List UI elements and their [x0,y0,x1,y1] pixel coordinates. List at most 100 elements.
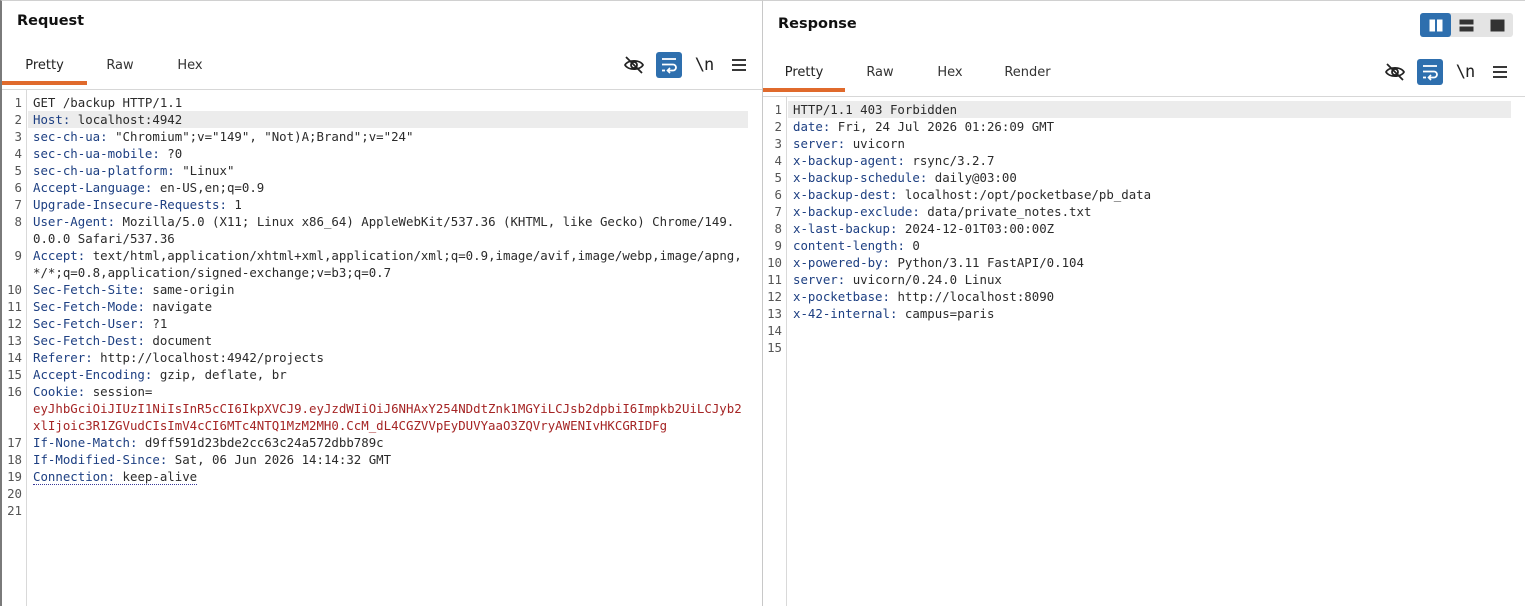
request-code: 1 GET /backup HTTP/1.1 2 Host: localhost:49… [2,94,762,519]
header-value: "Chromium";v="149", "Not)A;Brand";v="24" [107,129,414,144]
header-name: If-None-Match [33,435,130,450]
code-line: 6 x-backup-dest: localhost:/opt/pocketbas… [763,186,1525,203]
line-content: Sec-Fetch-Site: same-origin [26,281,762,298]
line-content [786,322,1525,339]
header-value: localhost:/opt/pocketbase/pb_data [897,187,1152,202]
header-name: x-last-backup [793,221,890,236]
code-line: 8 x-last-backup: 2024-12-01T03:00:00Z [763,220,1525,237]
header-colon: : [100,129,108,144]
line-content: Cookie: session= eyJhbGciOiJIUzI1NiIsInR5… [26,383,762,434]
header-field: sec-ch-ua-mobile: [33,146,160,161]
header-colon: : [897,153,905,168]
line-content: Connection: keep-alive [26,468,762,485]
header-value: gzip, deflate, br [152,367,287,382]
hide-nonprintable-icon[interactable] [1382,59,1408,85]
code-line: 5 x-backup-schedule: daily@03:00 [763,169,1525,186]
tab-label: Hex [937,64,963,80]
request-tab-pretty[interactable]: Pretty [2,47,87,85]
code-line: 1 GET /backup HTTP/1.1 [2,94,762,111]
request-line: HTTP/1.1 403 Forbidden [793,102,958,117]
header-colon: : [107,469,116,484]
response-tab-pretty[interactable]: Pretty [763,54,845,92]
header-value: 2024-12-01T03:00:00Z [897,221,1055,236]
header-field: User-Agent: [33,214,115,229]
line-content: HTTP/1.1 403 Forbidden [786,101,1525,118]
header-field: x-powered-by: [793,255,890,270]
show-newlines-icon[interactable]: \n [1452,59,1478,85]
header-value: campus=paris [897,306,995,321]
header-value: keep-alive [115,469,198,484]
header-field: x-backup-agent: [793,153,905,168]
header-colon: : [912,204,920,219]
code-line: 9 content-length: 0 [763,237,1525,254]
line-content: Accept-Language: en-US,en;q=0.9 [26,179,762,196]
header-field: sec-ch-ua: [33,129,108,144]
header-name: x-backup-dest [793,187,890,202]
code-line: 16 Cookie: session= eyJhbGciOiJIUzI1NiIsIn… [2,383,762,434]
single-pane-icon[interactable] [1482,13,1513,37]
response-tab-hex[interactable]: Hex [915,54,985,90]
line-content: x-last-backup: 2024-12-01T03:00:00Z [786,220,1525,237]
stacked-icon[interactable] [1451,13,1482,37]
header-field: Referer: [33,350,93,365]
line-content: date: Fri, 24 Jul 2026 01:26:09 GMT [786,118,1525,135]
show-newlines-icon[interactable]: \n [691,52,717,78]
line-number: 9 [14,248,22,263]
header-colon: : [882,289,890,304]
header-field: date: [793,119,830,134]
menu-icon[interactable] [726,52,752,78]
code-line: 3 sec-ch-ua: "Chromium";v="149", "Not)A;B… [2,128,762,145]
header-value: daily@03:00 [927,170,1017,185]
header-colon: : [85,350,93,365]
code-line: 5 sec-ch-ua-platform: "Linux" [2,162,762,179]
tab-label: Pretty [25,57,64,73]
line-number: 14 [7,350,22,365]
code-line: 7 Upgrade-Insecure-Requests: 1 [2,196,762,213]
newline-label: \n [694,55,715,75]
line-content [26,502,762,519]
header-value: http://localhost:8090 [890,289,1055,304]
code-line: 9 Accept: text/html,application/xhtml+xml… [2,247,762,281]
code-line: 10 x-powered-by: Python/3.11 FastAPI/0.10… [763,254,1525,271]
line-content: x-42-internal: campus=paris [786,305,1525,322]
line-number: 7 [14,197,22,212]
line-number: 19 [7,469,22,484]
line-content: x-backup-agent: rsync/3.2.7 [786,152,1525,169]
code-line: 14 [763,322,1525,339]
code-line: 6 Accept-Language: en-US,en;q=0.9 [2,179,762,196]
menu-icon[interactable] [1487,59,1513,85]
code-line: 11 Sec-Fetch-Mode: navigate [2,298,762,315]
response-tab-render[interactable]: Render [985,54,1070,90]
request-editor[interactable]: 1 GET /backup HTTP/1.1 2 Host: localhost:49… [2,89,762,606]
request-tab-raw[interactable]: Raw [87,47,153,83]
request-tab-hex[interactable]: Hex [153,47,227,83]
tab-label: Render [1004,64,1051,80]
line-content: x-pocketbase: http://localhost:8090 [786,288,1525,305]
line-number: 8 [14,214,22,229]
line-content: GET /backup HTTP/1.1 [26,94,762,111]
response-editor[interactable]: 1 HTTP/1.1 403 Forbidden 2 date: Fri, 24 Ju… [763,96,1525,606]
code-line: 19 Connection: keep-alive [2,468,762,485]
header-field: x-backup-schedule: [793,170,927,185]
side-by-side-icon[interactable] [1420,13,1451,37]
header-name: Upgrade-Insecure-Requests [33,197,220,212]
header-name: x-backup-exclude [793,204,913,219]
header-value: ?1 [144,316,168,331]
header-value: en-US,en;q=0.9 [152,180,265,195]
header-value: uvicorn/0.24.0 Linux [845,272,1002,287]
line-number: 4 [14,146,22,161]
header-name: Connection [33,469,108,484]
line-content: Upgrade-Insecure-Requests: 1 [26,196,762,213]
header-field: If-Modified-Since: [33,452,167,467]
header-field: Accept-Language: [33,180,152,195]
line-number: 7 [774,204,782,219]
wrap-lines-icon[interactable] [656,52,682,78]
line-number: 17 [7,435,22,450]
header-name: If-Modified-Since [33,452,160,467]
response-tab-raw[interactable]: Raw [845,54,915,90]
line-number: 12 [767,289,782,304]
wrap-lines-icon[interactable] [1417,59,1443,85]
line-number: 16 [7,384,22,399]
line-content: Referer: http://localhost:4942/projects [26,349,762,366]
hide-nonprintable-icon[interactable] [621,52,647,78]
